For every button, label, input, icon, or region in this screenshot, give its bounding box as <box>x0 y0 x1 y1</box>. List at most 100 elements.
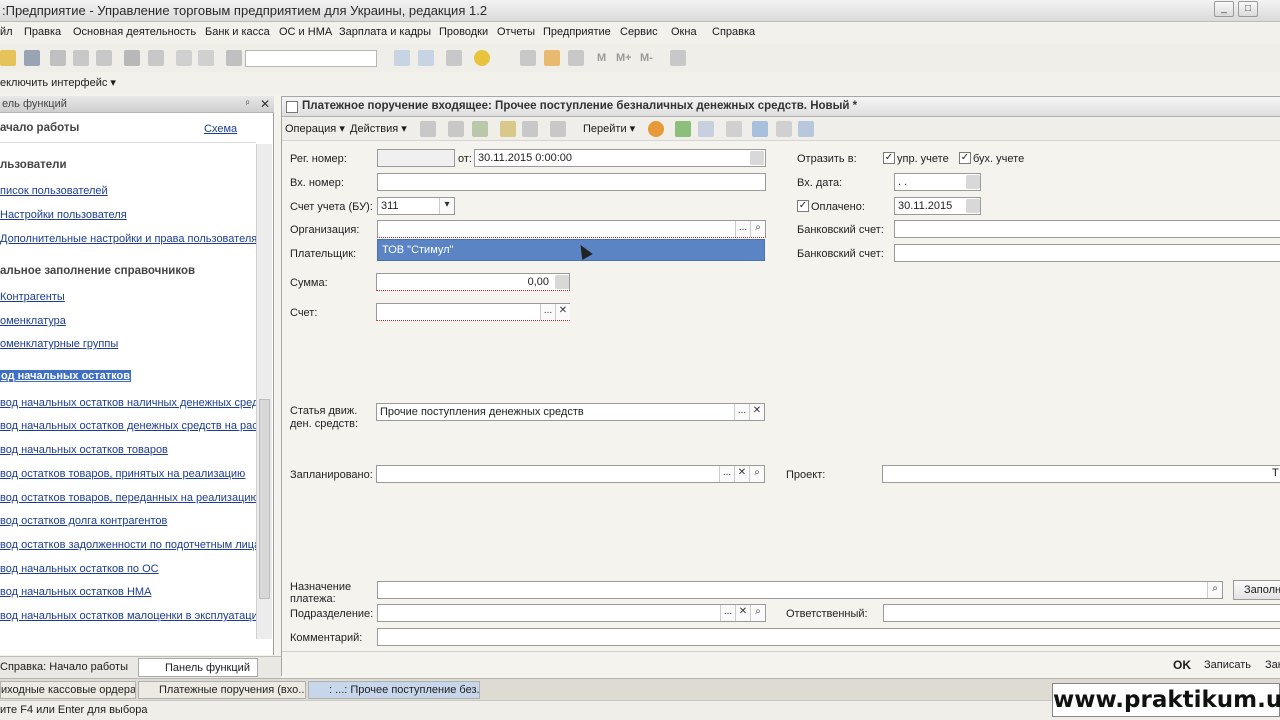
structure-icon[interactable] <box>698 121 714 137</box>
department-select-button[interactable]: ... <box>720 605 735 621</box>
info-icon[interactable] <box>474 50 490 66</box>
link-balance-cash[interactable]: вод начальных остатков наличных денежных… <box>0 397 264 409</box>
tab-help-start[interactable]: Справка: Начало работы <box>0 661 128 673</box>
edit-icon[interactable] <box>448 121 464 137</box>
preview-icon[interactable] <box>148 50 164 66</box>
scheme-link[interactable]: Схема <box>204 123 237 135</box>
schet-select-button[interactable]: ... <box>540 304 555 320</box>
planned-search-icon[interactable]: ⌕ <box>749 466 764 482</box>
redo-icon[interactable] <box>198 50 214 66</box>
menu-main-activity[interactable]: Основная деятельность <box>73 26 196 38</box>
upr-checkbox[interactable]: ✓ <box>883 152 895 164</box>
organization-select-button[interactable]: ... <box>735 221 750 237</box>
planned-clear-button[interactable]: ✕ <box>734 466 749 482</box>
save-icon[interactable] <box>24 50 40 66</box>
find-icon[interactable] <box>226 50 242 66</box>
minimize-button[interactable]: _ <box>1214 1 1234 17</box>
purpose-field[interactable] <box>377 581 1223 599</box>
menu-windows[interactable]: Окна <box>671 26 697 38</box>
menu-bank[interactable]: Банк и касса <box>205 26 270 38</box>
help-icon[interactable] <box>648 121 664 137</box>
task-cash-orders[interactable]: иходные кассовые ордера <box>0 681 136 699</box>
menu-enterprise[interactable]: Предприятие <box>543 26 611 38</box>
calendar-icon[interactable] <box>544 50 560 66</box>
menu-edit[interactable]: Правка <box>24 26 61 38</box>
link-users-list[interactable]: писок пользователей <box>0 185 108 197</box>
scroll-thumb[interactable] <box>259 399 270 599</box>
planned-select-button[interactable]: ... <box>719 466 734 482</box>
switch-interface-button[interactable]: еключить интерфейс ▾ <box>0 76 116 89</box>
organization-search-icon[interactable]: ⌕ <box>750 221 765 237</box>
print-icon[interactable] <box>124 50 140 66</box>
link-balance-accountable[interactable]: вод остатков задолженности по подотчетны… <box>0 539 260 551</box>
menu-os-nma[interactable]: ОС и НМА <box>279 26 332 38</box>
calculator-icon[interactable] <box>520 50 536 66</box>
tools-icon[interactable] <box>670 50 686 66</box>
dt-kt-icon[interactable] <box>675 121 691 137</box>
link-balance-transferred[interactable]: вод остатков товаров, переданных на реал… <box>0 492 259 504</box>
article-clear-button[interactable]: ✕ <box>749 404 764 420</box>
close-button[interactable]: Зак <box>1265 659 1280 671</box>
link-balance-lowvalue[interactable]: вод начальных остатков малоценки в экспл… <box>0 610 258 622</box>
reg-number-field[interactable] <box>377 149 455 167</box>
cursor-mode-icon[interactable] <box>752 121 768 137</box>
article-field[interactable]: Прочие поступления денежных средств <box>376 403 765 421</box>
maximize-button[interactable]: □ <box>1238 1 1258 17</box>
calendar-icon[interactable] <box>750 151 764 165</box>
search-input[interactable] <box>245 50 377 67</box>
menu-service[interactable]: Сервис <box>620 26 658 38</box>
link-balance-nma[interactable]: вод начальных остатков НМА <box>0 586 151 598</box>
link-nomenclature[interactable]: оменклатура <box>0 315 66 327</box>
save-button[interactable]: Записать <box>1204 659 1251 671</box>
unpost-icon[interactable] <box>522 121 538 137</box>
department-search-icon[interactable]: ⌕ <box>750 605 765 621</box>
in-number-field[interactable] <box>377 173 766 191</box>
find-prev-icon[interactable] <box>418 50 434 66</box>
refresh-icon[interactable] <box>472 121 488 137</box>
post-icon[interactable] <box>500 121 516 137</box>
tree-icon[interactable] <box>568 50 584 66</box>
based-on-icon[interactable] <box>550 121 566 137</box>
task-other-receipt[interactable]: : ...: Прочее поступление без... <box>308 681 480 699</box>
link-balance-goods[interactable]: вод начальных остатков товаров <box>0 444 168 456</box>
link-balance-os[interactable]: вод начальных остатков по ОС <box>0 563 159 575</box>
purpose-search-icon[interactable]: ⌕ <box>1207 582 1222 598</box>
actions-menu[interactable]: Действия ▾ <box>350 122 407 135</box>
responsible-field[interactable] <box>883 604 1280 622</box>
menu-help[interactable]: Справка <box>712 26 755 38</box>
fill-button[interactable]: Заполн <box>1233 580 1280 600</box>
link-nomenclature-groups[interactable]: оменклатурные группы <box>0 338 118 350</box>
copy-icon[interactable] <box>73 50 89 66</box>
buh-checkbox[interactable]: ✓ <box>959 152 971 164</box>
panel-scrollbar[interactable] <box>256 144 272 639</box>
operation-menu[interactable]: Операция ▾ <box>285 122 345 135</box>
cut-icon[interactable] <box>50 50 66 66</box>
calculator-icon[interactable] <box>555 275 569 289</box>
balances-section[interactable]: од начальных остатков <box>0 370 131 382</box>
menu-reports[interactable]: Отчеты <box>497 26 535 38</box>
comment-field[interactable] <box>377 628 1280 646</box>
article-select-button[interactable]: ... <box>734 404 749 420</box>
find-next-icon[interactable] <box>394 50 410 66</box>
copy-doc-icon[interactable] <box>420 121 436 137</box>
project-field[interactable] <box>882 465 1280 483</box>
pin-icon[interactable]: ᵖ <box>246 98 249 108</box>
department-field[interactable] <box>377 604 766 622</box>
menu-postings[interactable]: Проводки <box>439 26 488 38</box>
project-type-button[interactable]: T <box>1272 467 1279 479</box>
menu-salary[interactable]: Зарплата и кадры <box>339 26 431 38</box>
memory-plus-button[interactable]: M+ <box>616 52 632 64</box>
link-contractors[interactable]: Контрагенты <box>0 291 65 303</box>
list-icon[interactable] <box>776 121 792 137</box>
report-icon[interactable] <box>726 121 742 137</box>
sum-field[interactable]: 0,00 <box>376 273 570 291</box>
calendar-icon[interactable] <box>966 199 980 213</box>
link-balance-bank[interactable]: вод начальных остатков денежных средств … <box>0 420 258 432</box>
link-balance-debts[interactable]: вод остатков долга контрагентов <box>0 515 167 527</box>
memory-button[interactable]: M <box>597 52 606 64</box>
paid-checkbox[interactable]: ✓ <box>797 200 809 212</box>
link-user-settings[interactable]: Настройки пользователя <box>0 209 127 221</box>
calendar-icon[interactable] <box>966 175 980 189</box>
planned-field[interactable] <box>376 465 765 483</box>
organization-field[interactable] <box>377 220 766 238</box>
